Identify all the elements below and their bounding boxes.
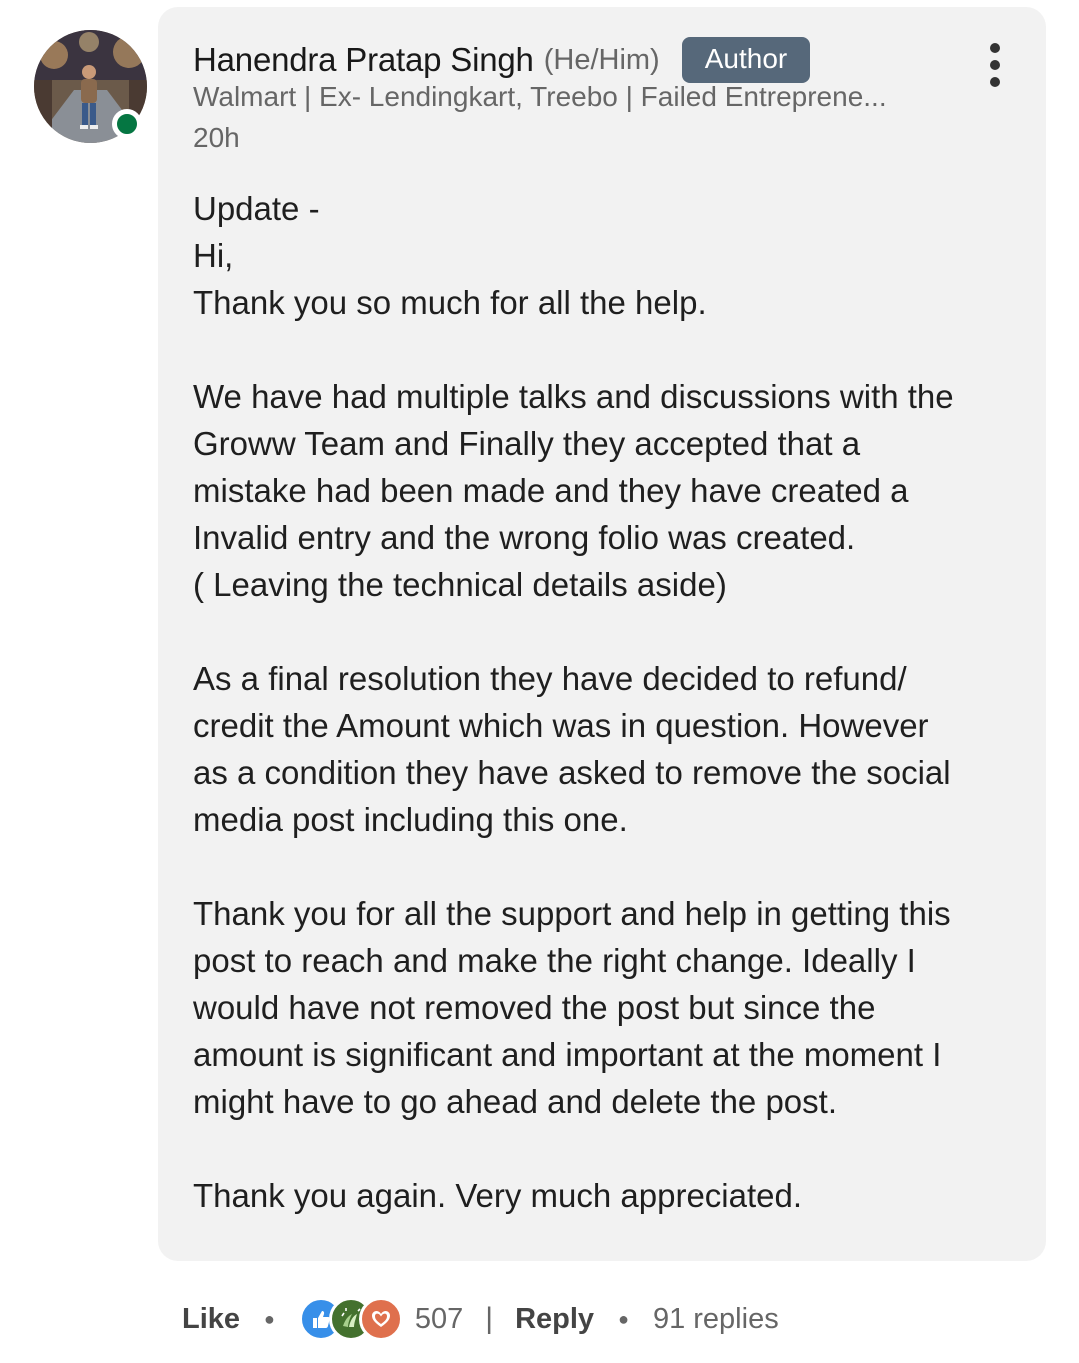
more-options-button[interactable]	[980, 43, 1010, 87]
author-name[interactable]: Hanendra Pratap Singh	[193, 41, 534, 79]
more-dot-icon	[990, 43, 1000, 53]
reply-button[interactable]: Reply	[515, 1303, 594, 1336]
more-dot-icon	[990, 77, 1000, 87]
comment-header: Hanendra Pratap Singh (He/Him) Author	[193, 37, 811, 83]
comment-paragraph: We have had multiple talks and discussio…	[193, 378, 954, 603]
like-button[interactable]: Like	[182, 1303, 240, 1336]
replies-count-link[interactable]: 91 replies	[653, 1303, 779, 1336]
reactions-summary[interactable]: 507	[298, 1297, 464, 1341]
author-headline: Walmart | Ex- Lendingkart, Treebo | Fail…	[193, 81, 887, 112]
author-badge: Author	[681, 37, 811, 83]
separator-dot: ●	[618, 1308, 629, 1329]
comment-actions: Like ● 507 | Reply ● 91 replies	[182, 1295, 779, 1343]
reaction-count: 507	[414, 1302, 464, 1335]
author-avatar[interactable]	[34, 30, 147, 143]
divider: |	[485, 1302, 494, 1335]
love-icon	[358, 1297, 403, 1341]
comment-paragraph: Update - Hi, Thank you so much for all t…	[193, 190, 707, 321]
comment-paragraph: As a final resolution they have decided …	[193, 660, 951, 838]
comment-body: Update - Hi, Thank you so much for all t…	[193, 185, 1023, 1219]
comment-card: Hanendra Pratap Singh (He/Him) Author Wa…	[158, 7, 1046, 1261]
author-pronouns: (He/Him)	[543, 43, 660, 76]
comment-paragraph: Thank you for all the support and help i…	[193, 895, 951, 1120]
comment-timestamp: 20h	[193, 122, 240, 153]
online-status-icon	[112, 109, 142, 139]
comment-paragraph: Thank you again. Very much appreciated.	[193, 1177, 803, 1214]
separator-dot: ●	[264, 1308, 275, 1329]
more-dot-icon	[990, 60, 1000, 70]
